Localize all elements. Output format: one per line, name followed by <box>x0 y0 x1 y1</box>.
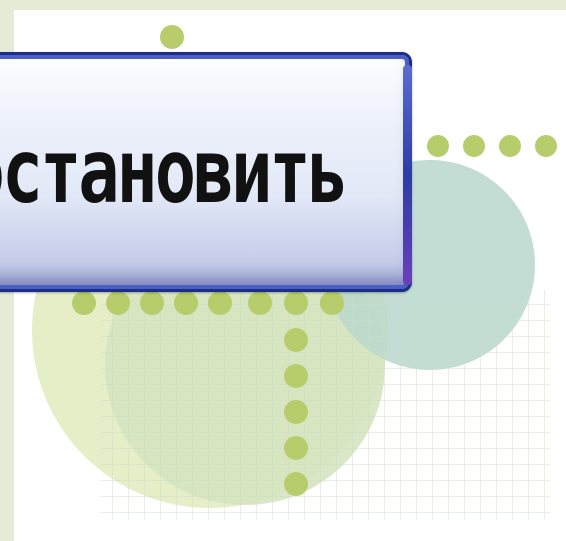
dot-shape <box>320 291 344 315</box>
dot-shape <box>499 135 521 157</box>
dot-shape <box>284 364 308 388</box>
grid-overlay <box>100 290 550 520</box>
dot-shape <box>160 25 184 49</box>
dot-shape <box>106 291 130 315</box>
dot-shape <box>535 135 557 157</box>
dot-shape <box>427 135 449 157</box>
stop-button-label: остановить <box>0 120 349 223</box>
dot-shape <box>72 291 96 315</box>
slide-canvas: остановить <box>0 0 566 541</box>
dot-shape <box>463 135 485 157</box>
dot-shape <box>174 291 198 315</box>
dot-shape <box>284 436 308 460</box>
dot-shape <box>284 472 308 496</box>
dot-shape <box>140 291 164 315</box>
dot-shape <box>248 291 272 315</box>
stop-button[interactable]: остановить <box>0 52 412 292</box>
dot-shape <box>284 291 308 315</box>
dot-shape <box>208 291 232 315</box>
dot-shape <box>284 400 308 424</box>
dot-shape <box>284 328 308 352</box>
